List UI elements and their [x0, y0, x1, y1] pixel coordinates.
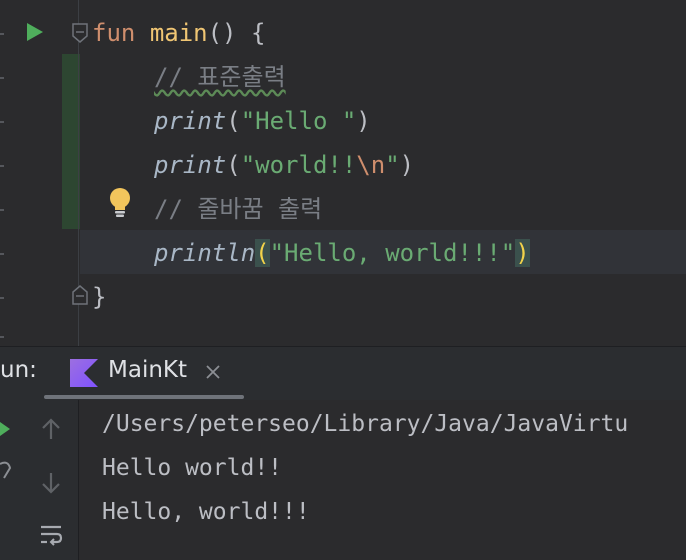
fold-icon[interactable]	[71, 284, 89, 306]
close-paren: )	[399, 151, 415, 179]
gutter-marker	[0, 209, 4, 211]
gutter-marker	[0, 165, 4, 167]
run-side-strip	[0, 400, 25, 560]
closing-brace: }	[92, 283, 107, 311]
gutter-marker	[0, 77, 4, 79]
code-punctuation: () {	[207, 19, 266, 47]
function-call: print	[154, 151, 227, 179]
editor-gutter[interactable]	[0, 0, 80, 346]
rerun-icon[interactable]	[0, 422, 10, 436]
code-line-1[interactable]: fun main() {	[92, 11, 265, 55]
function-call: println	[154, 239, 256, 267]
gutter-marker	[0, 253, 4, 255]
keyword: fun	[92, 19, 136, 47]
arrow-up-icon[interactable]	[38, 416, 64, 442]
code-line-4[interactable]: print("world!!\n")	[92, 143, 414, 187]
kotlin-icon	[70, 359, 98, 387]
console-toolbar	[24, 400, 79, 560]
code-line-3[interactable]: print("Hello ")	[92, 99, 371, 143]
arrow-down-icon[interactable]	[38, 470, 64, 496]
code-comment: // 표준출력	[154, 63, 286, 91]
function-name: main	[149, 19, 208, 47]
string-literal-end: "	[385, 151, 400, 179]
console-output-line: Hello world!!	[102, 455, 283, 481]
escape-sequence: \n	[356, 151, 386, 179]
string-literal: "world!!	[240, 151, 357, 179]
gutter-marker	[0, 33, 4, 35]
string-literal: "Hello "	[240, 107, 357, 135]
run-label: un:	[0, 357, 37, 383]
code-comment: // 줄바꿈 출력	[154, 195, 323, 223]
code-editor[interactable]: fun main() { // 표준출력 print("Hello ") pri…	[0, 0, 686, 346]
string-literal: "Hello, world!!!"	[269, 239, 516, 267]
open-paren: (	[226, 107, 241, 135]
soft-wrap-icon[interactable]	[38, 522, 64, 548]
wrench-icon[interactable]	[0, 460, 12, 480]
gutter-marker	[0, 297, 4, 299]
close-paren-matched: )	[515, 239, 530, 267]
open-paren-matched: (	[255, 239, 270, 267]
console-output-line: Hello, world!!!	[102, 499, 310, 525]
open-paren: (	[226, 151, 241, 179]
code-line-2[interactable]: // 표준출력	[92, 55, 286, 99]
function-call: print	[154, 107, 227, 135]
close-icon[interactable]	[204, 363, 222, 381]
code-line-7[interactable]: }	[92, 275, 106, 319]
gutter-marker	[0, 121, 4, 123]
run-tool-window-header: un: MainKt	[0, 346, 686, 400]
gutter-marker	[0, 336, 4, 338]
fold-icon[interactable]	[71, 22, 89, 44]
active-tab-indicator	[44, 395, 244, 399]
run-icon[interactable]	[22, 20, 46, 44]
close-paren: )	[356, 107, 371, 135]
tab-mainkt[interactable]: MainKt	[108, 357, 187, 383]
code-line-6[interactable]: println("Hello, world!!!")	[92, 231, 530, 275]
code-line-5[interactable]: // 줄바꿈 출력	[92, 187, 322, 231]
console-panel[interactable]: /Users/peterseo/Library/Java/JavaVirtu H…	[0, 400, 686, 560]
console-output-line: /Users/peterseo/Library/Java/JavaVirtu	[102, 411, 629, 437]
